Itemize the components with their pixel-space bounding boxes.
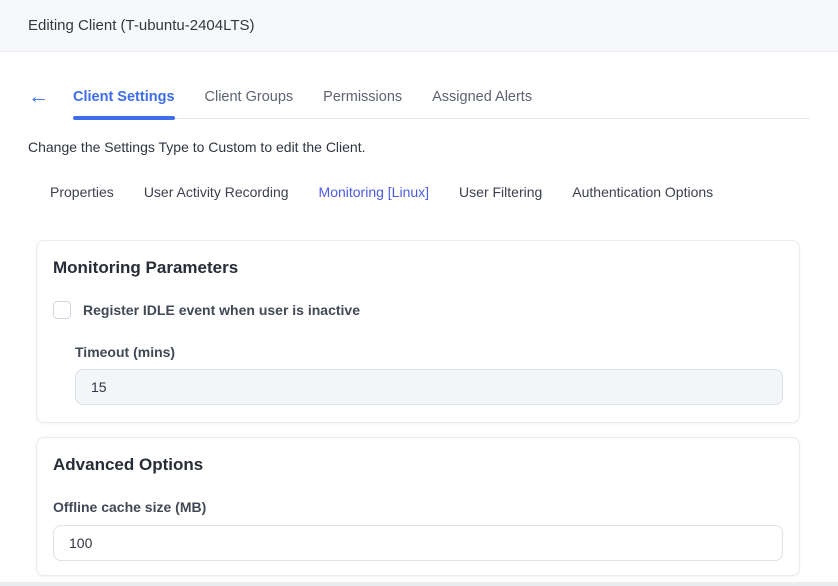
monitoring-parameters-title: Monitoring Parameters xyxy=(53,257,783,279)
settings-subtab-bar: Properties User Activity Recording Monit… xyxy=(50,184,810,200)
tab-permissions[interactable]: Permissions xyxy=(323,89,402,118)
tab-client-groups[interactable]: Client Groups xyxy=(205,89,294,118)
window-header: Editing Client (T-ubuntu-2404LTS) xyxy=(0,0,838,52)
advanced-options-title: Advanced Options xyxy=(53,454,783,476)
timeout-label: Timeout (mins) xyxy=(75,343,783,361)
advanced-options-card: Advanced Options Offline cache size (MB) xyxy=(36,437,800,576)
timeout-field-group: Timeout (mins) xyxy=(75,343,783,405)
subtab-user-activity-recording[interactable]: User Activity Recording xyxy=(144,184,289,200)
offline-cache-label: Offline cache size (MB) xyxy=(53,498,783,516)
page-title: Editing Client (T-ubuntu-2404LTS) xyxy=(28,17,255,34)
cache-field-group: Offline cache size (MB) xyxy=(53,498,783,561)
tab-assigned-alerts[interactable]: Assigned Alerts xyxy=(432,89,532,118)
subtab-user-filtering[interactable]: User Filtering xyxy=(459,184,542,200)
back-arrow-icon[interactable]: ← xyxy=(28,86,49,119)
offline-cache-input[interactable] xyxy=(53,525,783,561)
tab-client-settings[interactable]: Client Settings xyxy=(73,89,175,118)
idle-event-checkbox[interactable] xyxy=(53,301,71,319)
monitoring-parameters-card: Monitoring Parameters Register IDLE even… xyxy=(36,240,800,423)
subtab-properties[interactable]: Properties xyxy=(50,184,114,200)
idle-event-row: Register IDLE event when user is inactiv… xyxy=(53,301,783,319)
main-tab-bar: ← Client Settings Client Groups Permissi… xyxy=(28,86,810,119)
subtab-authentication-options[interactable]: Authentication Options xyxy=(572,184,713,200)
timeout-input xyxy=(75,369,783,405)
idle-event-label: Register IDLE event when user is inactiv… xyxy=(83,301,360,319)
settings-readonly-notice: Change the Settings Type to Custom to ed… xyxy=(28,139,810,155)
main-tabs: Client Settings Client Groups Permission… xyxy=(73,89,810,119)
page-background-strip xyxy=(0,582,838,586)
subtab-monitoring-linux[interactable]: Monitoring [Linux] xyxy=(319,184,430,200)
